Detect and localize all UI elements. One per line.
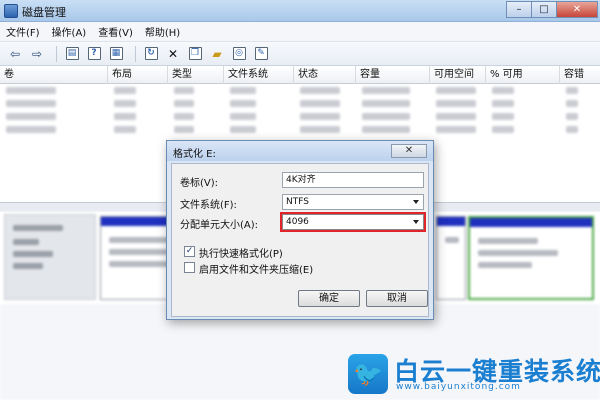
column-status[interactable]: 状态: [294, 66, 356, 84]
quick-format-checkbox[interactable]: ✓: [184, 246, 195, 257]
dialog-title-bar: 格式化 E: ✕: [167, 141, 433, 161]
search-icon[interactable]: ◎: [230, 45, 248, 63]
chevron-down-icon: [413, 200, 419, 204]
delete-icon[interactable]: ✕: [164, 45, 182, 63]
disk-management-icon: [4, 4, 18, 18]
allocation-unit-label: 分配单元大小(A):: [180, 220, 259, 231]
filesystem-label: 文件系统(F):: [180, 200, 237, 211]
format-dialog: 格式化 E: ✕ 卷标(V): 4K对齐 文件系统(F): NTFS 分配单元大…: [166, 140, 434, 320]
menu-help[interactable]: 帮助(H): [145, 24, 180, 39]
properties-icon[interactable]: ▦: [107, 45, 125, 63]
menu-bar: 文件(F) 操作(A) 查看(V) 帮助(H): [0, 22, 600, 42]
quick-format-label[interactable]: 执行快速格式化(P): [199, 245, 283, 260]
ok-button[interactable]: 确定: [298, 290, 360, 307]
refresh-icon[interactable]: ↻: [142, 45, 160, 63]
table-row[interactable]: [0, 84, 600, 97]
menu-view[interactable]: 查看(V): [98, 24, 133, 39]
toolbar: ⇦ ⇨ ▤ ? ▦ ↻ ✕ ❐ ▰ ◎ ✎: [0, 42, 600, 66]
menu-file[interactable]: 文件(F): [6, 24, 40, 39]
column-type[interactable]: 类型: [168, 66, 224, 84]
dialog-title: 格式化 E:: [173, 149, 216, 160]
compression-label[interactable]: 启用文件和文件夹压缩(E): [199, 261, 313, 276]
dialog-body: 卷标(V): 4K对齐 文件系统(F): NTFS 分配单元大小(A): 409…: [171, 163, 429, 317]
table-row[interactable]: [0, 110, 600, 123]
watermark-url: www.baiyunxitong.com: [396, 382, 521, 392]
column-filesystem[interactable]: 文件系统: [224, 66, 294, 84]
rescan-icon[interactable]: ✎: [252, 45, 270, 63]
help-icon[interactable]: ?: [85, 45, 103, 63]
copy-icon[interactable]: ❐: [186, 45, 204, 63]
toolbar-separator: [135, 45, 136, 62]
console-tree-icon[interactable]: ▤: [63, 45, 81, 63]
volume-label-input[interactable]: 4K对齐: [282, 172, 424, 188]
minimize-button[interactable]: –: [506, 1, 532, 18]
bird-logo-icon: 🐦: [348, 354, 388, 394]
toolbar-separator: [56, 45, 57, 62]
back-arrow-icon[interactable]: ⇦: [6, 45, 24, 63]
menu-action[interactable]: 操作(A): [52, 24, 87, 39]
highlight-annotation: [280, 212, 426, 232]
watermark: 🐦 白云一键重装系统 www.baiyunxitong.com: [348, 352, 600, 396]
column-free-space[interactable]: 可用空间: [430, 66, 486, 84]
forward-arrow-icon[interactable]: ⇨: [28, 45, 46, 63]
column-percent-free[interactable]: % 可用: [486, 66, 560, 84]
cancel-button[interactable]: 取消: [366, 290, 428, 307]
volume-list-header: 卷 布局 类型 文件系统 状态 容量 可用空间 % 可用 容错: [0, 66, 600, 84]
column-volume[interactable]: 卷: [0, 66, 108, 84]
dialog-close-button[interactable]: ✕: [391, 144, 427, 158]
title-bar: 磁盘管理 – □ ✕: [0, 0, 600, 22]
volume-label-label: 卷标(V):: [180, 178, 219, 189]
table-row[interactable]: [0, 97, 600, 110]
disk-0-label[interactable]: [4, 214, 96, 300]
filesystem-select[interactable]: NTFS: [282, 194, 424, 210]
disk-management-window: 磁盘管理 – □ ✕ 文件(F) 操作(A) 查看(V) 帮助(H) ⇦ ⇨ ▤…: [0, 0, 600, 400]
partition-e-selected[interactable]: [468, 216, 594, 300]
window-controls: – □ ✕: [506, 1, 598, 18]
partition-d[interactable]: [436, 216, 466, 300]
filesystem-value: NTFS: [286, 197, 309, 207]
maximize-button[interactable]: □: [531, 1, 557, 18]
table-row[interactable]: [0, 123, 600, 136]
close-button[interactable]: ✕: [556, 1, 598, 18]
window-title: 磁盘管理: [22, 6, 66, 19]
column-capacity[interactable]: 容量: [356, 66, 430, 84]
column-layout[interactable]: 布局: [108, 66, 168, 84]
open-folder-icon[interactable]: ▰: [208, 45, 226, 63]
column-fault-tolerance[interactable]: 容错: [560, 66, 600, 84]
compression-checkbox[interactable]: [184, 262, 195, 273]
